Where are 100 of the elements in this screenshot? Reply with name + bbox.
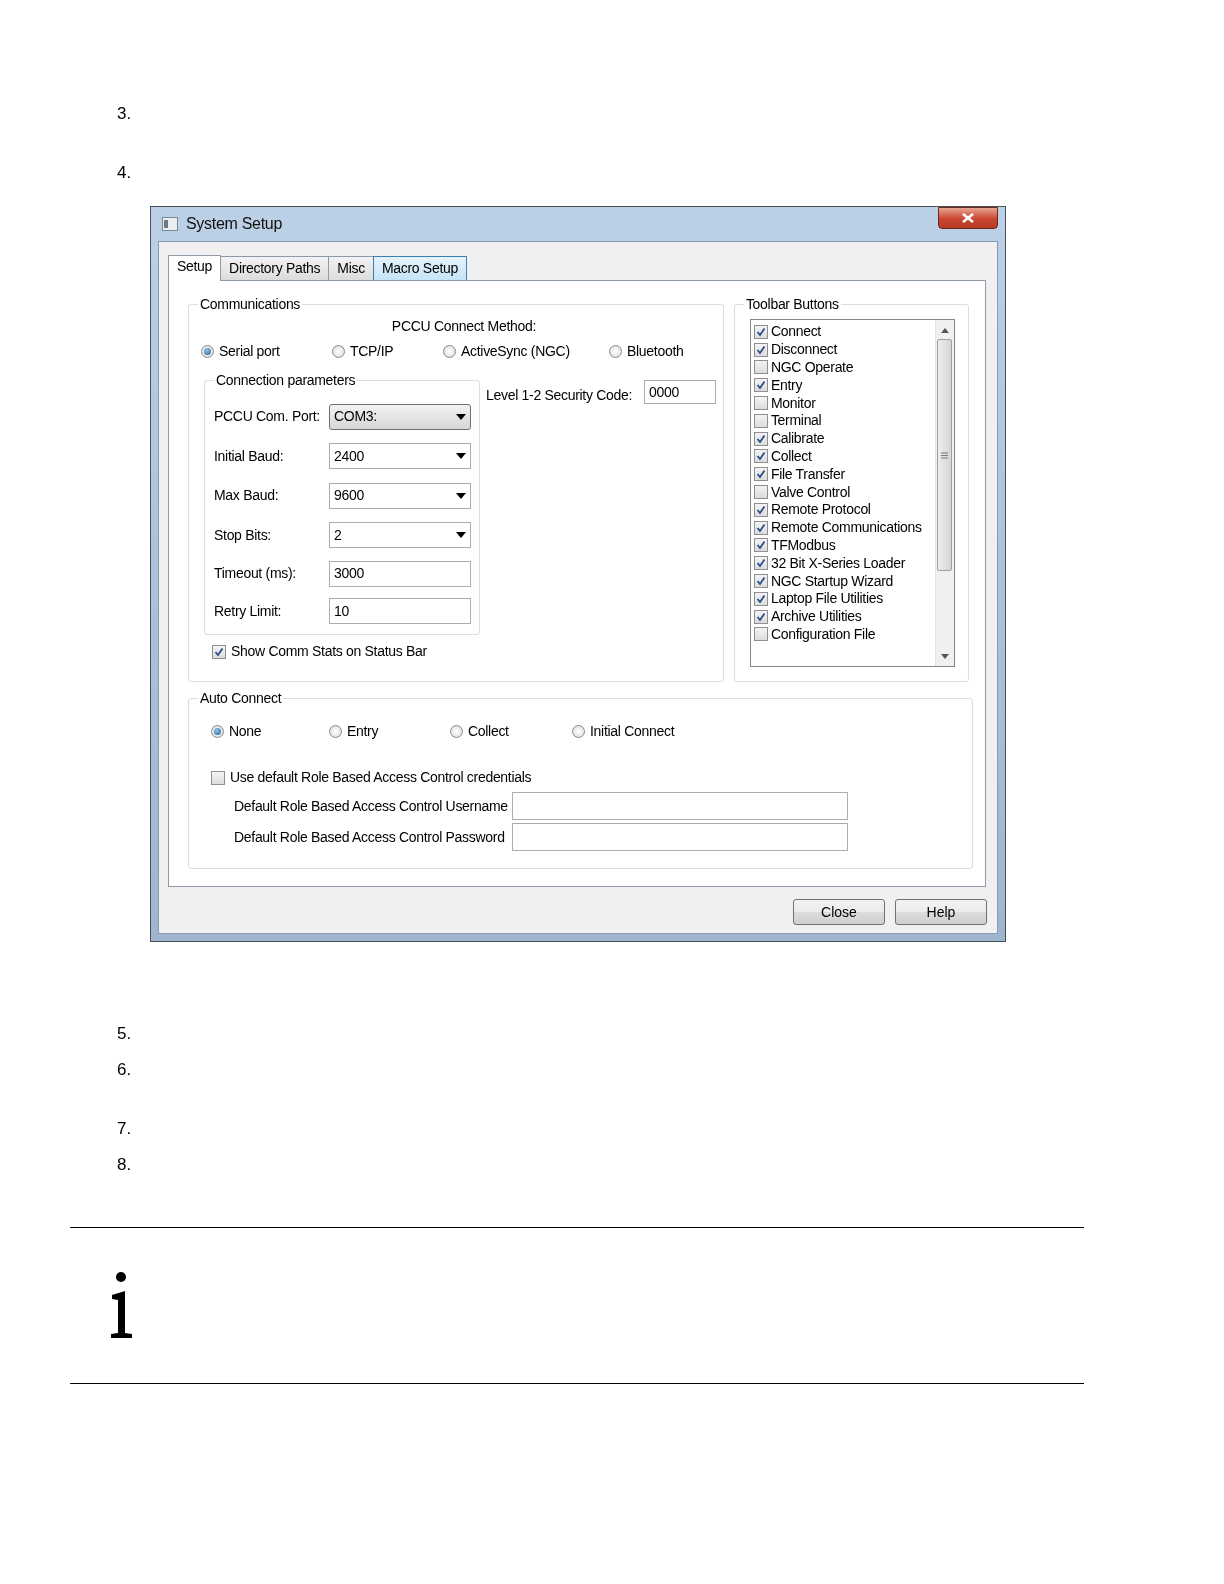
window-title: System Setup: [186, 214, 282, 234]
close-button[interactable]: [938, 207, 998, 229]
grip-icon: [941, 451, 949, 459]
checkbox[interactable]: [753, 556, 768, 571]
dropdown[interactable]: 9600: [329, 482, 471, 509]
list-item-label: Archive Utilities: [770, 607, 862, 627]
checkbox[interactable]: [753, 591, 768, 606]
radio-label: Serial port: [219, 342, 280, 361]
dialog-button[interactable]: Help: [895, 899, 987, 925]
list-item-label: Monitor: [770, 393, 816, 413]
checkbox[interactable]: [753, 396, 768, 411]
radio-button[interactable]: [332, 345, 345, 358]
caret-icon: [456, 413, 466, 420]
caret-icon: [456, 492, 466, 499]
radio-button[interactable]: [609, 345, 622, 358]
dropdown[interactable]: 2400: [329, 443, 471, 470]
list-item-label: NGC Operate: [770, 358, 854, 377]
list-item-label: Calibrate: [770, 429, 825, 449]
field-label: Timeout (ms):: [214, 564, 297, 584]
group-title: Auto Connect: [198, 690, 284, 706]
radio-label: TCP/IP: [350, 342, 394, 361]
list-item-label: Entry: [770, 375, 803, 395]
checkbox-label: Show Comm Stats on Status Bar: [231, 642, 427, 661]
field-label: Initial Baud:: [214, 446, 285, 466]
step-number: 8.: [116, 1155, 133, 1175]
checkbox-label: Use default Role Based Access Control credentials: [230, 768, 532, 787]
checkbox[interactable]: [211, 770, 225, 785]
checkbox[interactable]: [753, 485, 768, 500]
checkbox[interactable]: [753, 449, 768, 464]
radio-button[interactable]: [572, 725, 585, 738]
caret-icon: [456, 453, 466, 460]
list-item-label: Terminal: [770, 411, 822, 431]
checkbox[interactable]: [753, 574, 768, 589]
checkbox[interactable]: [753, 502, 768, 517]
list-item-label: Disconnect: [770, 340, 838, 360]
checkbox[interactable]: [753, 324, 768, 339]
tab[interactable]: Macro Setup: [372, 256, 467, 280]
window-icon: [162, 217, 178, 231]
list-item-label: Connect: [770, 322, 821, 342]
radio-button[interactable]: [211, 725, 224, 738]
checkbox[interactable]: [753, 609, 768, 624]
field-label: Max Baud:: [214, 486, 280, 506]
step-number: 4.: [116, 163, 133, 183]
checkbox[interactable]: [753, 342, 768, 357]
checkbox[interactable]: [753, 378, 768, 393]
field-label: Default Role Based Access Control Username: [234, 796, 509, 816]
checkbox[interactable]: [753, 538, 768, 553]
list-item-label: File Transfer: [770, 464, 845, 484]
radio-button[interactable]: [201, 345, 214, 358]
scroll-down-icon: [940, 654, 949, 659]
dropdown[interactable]: 2: [329, 522, 471, 549]
tab[interactable]: Misc: [328, 256, 374, 280]
checkbox[interactable]: [753, 520, 768, 535]
list-item-label: TFModbus: [770, 535, 836, 555]
step-number: 3.: [116, 104, 133, 124]
checkbox[interactable]: [753, 431, 768, 446]
info-icon: [111, 1272, 132, 1338]
radio-label: Initial Connect: [590, 722, 675, 741]
checkbox[interactable]: [753, 413, 768, 428]
radio-label: ActiveSync (NGC): [461, 342, 570, 361]
list-item-label: NGC Startup Wizard: [770, 571, 894, 591]
group-title: Toolbar Buttons: [743, 296, 841, 312]
radio-button[interactable]: [450, 725, 463, 738]
scroll-up-icon: [940, 328, 949, 333]
radio-label: Collect: [468, 722, 509, 741]
radio-label: Bluetooth: [627, 342, 684, 361]
list-item-label: Configuration File: [770, 624, 876, 644]
tab[interactable]: Setup: [168, 255, 222, 281]
list-item-label: Laptop File Utilities: [770, 589, 883, 609]
step-number: 5.: [116, 1024, 133, 1044]
step-number: 6.: [116, 1060, 133, 1080]
field-label: Stop Bits:: [214, 525, 272, 545]
field-label: Level 1-2 Security Code:: [486, 386, 633, 405]
tab[interactable]: Directory Paths: [220, 256, 330, 280]
list-item-label: Remote Communications: [770, 518, 922, 538]
list-item-label: Valve Control: [770, 482, 850, 502]
scrollbar[interactable]: [934, 320, 954, 666]
close-icon: [962, 213, 974, 223]
field-label: Retry Limit:: [214, 601, 283, 621]
checkbox[interactable]: [753, 360, 768, 375]
group-title: Communications: [198, 296, 303, 312]
dialog-button[interactable]: Close: [793, 899, 885, 925]
checkbox[interactable]: [753, 467, 768, 482]
method-label: PCCU Connect Method:: [391, 318, 537, 334]
group-title: Connection parameters: [214, 372, 358, 388]
checkbox[interactable]: [753, 627, 768, 642]
input-field[interactable]: [512, 823, 848, 851]
radio-button[interactable]: [329, 725, 342, 738]
input-field[interactable]: 0000: [644, 380, 717, 404]
input-field[interactable]: [512, 792, 848, 820]
radio-button[interactable]: [443, 345, 456, 358]
list-item-label: Collect: [770, 447, 812, 466]
caret-icon: [456, 532, 466, 539]
dropdown[interactable]: COM3:: [329, 403, 471, 430]
input-field[interactable]: 10: [329, 598, 471, 625]
checkbox[interactable]: [212, 644, 226, 659]
input-field[interactable]: 3000: [329, 560, 471, 587]
field-label: PCCU Com. Port:: [214, 407, 321, 427]
list-item-label: Remote Protocol: [770, 500, 871, 520]
field-label: Default Role Based Access Control Password: [234, 827, 506, 847]
